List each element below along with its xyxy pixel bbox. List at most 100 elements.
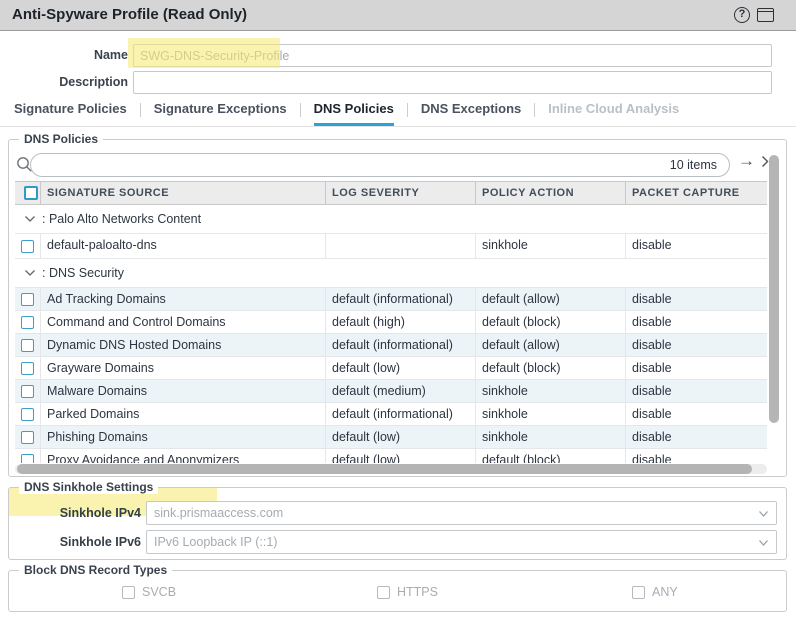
- svcb-checkbox[interactable]: [122, 586, 135, 599]
- row-select-cell: [15, 334, 41, 356]
- cell-packet-capture: disable: [626, 357, 767, 379]
- dns-policies-legend: DNS Policies: [19, 132, 103, 146]
- table-row[interactable]: Command and Control Domains default (hig…: [15, 311, 767, 334]
- sinkhole-ipv6-label: Sinkhole IPv6: [9, 530, 141, 554]
- row-checkbox[interactable]: [21, 385, 34, 398]
- cell-signature-source: Parked Domains: [41, 403, 326, 425]
- cell-packet-capture: disable: [626, 334, 767, 356]
- any-checkbox[interactable]: [632, 586, 645, 599]
- cell-log-severity: [326, 234, 476, 258]
- sinkhole-ipv6-value: IPv6 Loopback IP (::1): [154, 535, 277, 549]
- items-count: 10 items: [670, 154, 717, 176]
- cell-packet-capture: disable: [626, 288, 767, 310]
- cell-policy-action: sinkhole: [476, 426, 626, 448]
- cell-packet-capture: disable: [626, 426, 767, 448]
- sinkhole-ipv4-label: Sinkhole IPv4: [9, 501, 141, 525]
- col-signature-source[interactable]: SIGNATURE SOURCE: [41, 182, 326, 204]
- tab-dns-exceptions[interactable]: DNS Exceptions: [421, 99, 521, 123]
- tab-dns-policies[interactable]: DNS Policies: [314, 99, 394, 126]
- table-row[interactable]: Proxy Avoidance and Anonymizers default …: [15, 449, 767, 463]
- tab-inline-cloud-analysis: Inline Cloud Analysis: [548, 99, 679, 123]
- col-packet-capture[interactable]: PACKET CAPTURE: [626, 182, 767, 204]
- cell-policy-action: sinkhole: [476, 234, 626, 258]
- chevron-down-icon: [758, 539, 769, 547]
- window-restore-icon[interactable]: [757, 8, 774, 22]
- cell-log-severity: default (informational): [326, 288, 476, 310]
- tab-signature-policies[interactable]: Signature Policies: [14, 99, 127, 123]
- tab-separator: [140, 103, 141, 117]
- apply-filter-arrow-icon[interactable]: →: [738, 151, 755, 171]
- table-row[interactable]: Phishing Domains default (low) sinkhole …: [15, 426, 767, 449]
- cell-signature-source: Phishing Domains: [41, 426, 326, 448]
- description-input[interactable]: [133, 71, 772, 94]
- row-checkbox[interactable]: [21, 408, 34, 421]
- col-log-severity[interactable]: LOG SEVERITY: [326, 182, 476, 204]
- tab-separator: [534, 103, 535, 117]
- row-select-cell: [15, 449, 41, 463]
- table-horizontal-scrollbar[interactable]: [15, 464, 767, 474]
- https-label: HTTPS: [397, 585, 438, 599]
- table-row[interactable]: Dynamic DNS Hosted Domains default (info…: [15, 334, 767, 357]
- row-checkbox[interactable]: [21, 240, 34, 253]
- cell-signature-source: Ad Tracking Domains: [41, 288, 326, 310]
- tab-separator: [300, 103, 301, 117]
- cell-packet-capture: disable: [626, 380, 767, 402]
- col-policy-action[interactable]: POLICY ACTION: [476, 182, 626, 204]
- horizontal-scrollbar-thumb[interactable]: [17, 464, 752, 474]
- tab-signature-exceptions[interactable]: Signature Exceptions: [154, 99, 287, 123]
- row-checkbox[interactable]: [21, 454, 34, 464]
- row-select-cell: [15, 380, 41, 402]
- vertical-scrollbar-thumb[interactable]: [769, 155, 779, 423]
- select-all-checkbox[interactable]: [24, 186, 38, 200]
- table-row[interactable]: Grayware Domains default (low) default (…: [15, 357, 767, 380]
- block-dns-legend: Block DNS Record Types: [19, 563, 172, 577]
- row-checkbox[interactable]: [21, 293, 34, 306]
- table-vertical-scrollbar[interactable]: [769, 153, 779, 453]
- table-row[interactable]: default-paloalto-dns sinkhole disable: [15, 234, 767, 259]
- sinkhole-ipv4-select[interactable]: sink.prismaaccess.com: [146, 501, 777, 525]
- option-https: HTTPS: [377, 585, 438, 599]
- sinkhole-ipv4-value: sink.prismaaccess.com: [154, 506, 283, 520]
- name-input[interactable]: [133, 44, 772, 67]
- dialog-titlebar: Anti-Spyware Profile (Read Only) ?: [0, 0, 796, 31]
- chevron-down-icon: [758, 510, 769, 518]
- table-row[interactable]: Ad Tracking Domains default (information…: [15, 288, 767, 311]
- group-row-dns-security[interactable]: : DNS Security: [15, 259, 767, 288]
- row-select-cell: [15, 357, 41, 379]
- group-label: : Palo Alto Networks Content: [42, 212, 201, 226]
- cell-packet-capture: disable: [626, 234, 767, 258]
- cell-policy-action: default (allow): [476, 288, 626, 310]
- sinkhole-ipv6-select[interactable]: IPv6 Loopback IP (::1): [146, 530, 777, 554]
- group-label: : DNS Security: [42, 266, 124, 280]
- search-input[interactable]: [41, 156, 641, 174]
- expand-chevron-icon[interactable]: [761, 155, 769, 168]
- group-row-palo-alto-networks-content[interactable]: : Palo Alto Networks Content: [15, 205, 767, 234]
- option-any: ANY: [632, 585, 678, 599]
- svcb-label: SVCB: [142, 585, 176, 599]
- collapse-chevron-icon[interactable]: [24, 269, 36, 277]
- dns-policies-panel: DNS Policies 10 items → SIGNATURE SOURCE…: [8, 139, 787, 477]
- table-row[interactable]: Malware Domains default (medium) sinkhol…: [15, 380, 767, 403]
- row-checkbox[interactable]: [21, 362, 34, 375]
- cell-log-severity: default (low): [326, 357, 476, 379]
- cell-signature-source: Malware Domains: [41, 380, 326, 402]
- row-checkbox[interactable]: [21, 339, 34, 352]
- cell-signature-source: Grayware Domains: [41, 357, 326, 379]
- cell-log-severity: default (informational): [326, 403, 476, 425]
- cell-signature-source: default-paloalto-dns: [41, 234, 326, 258]
- collapse-chevron-icon[interactable]: [24, 215, 36, 223]
- dns-sinkhole-settings-panel: DNS Sinkhole Settings Sinkhole IPv4 sink…: [8, 487, 787, 560]
- row-checkbox[interactable]: [21, 431, 34, 444]
- name-label: Name: [0, 48, 128, 62]
- help-icon[interactable]: ?: [734, 7, 750, 23]
- cell-log-severity: default (low): [326, 449, 476, 463]
- cell-signature-source: Proxy Avoidance and Anonymizers: [41, 449, 326, 463]
- https-checkbox[interactable]: [377, 586, 390, 599]
- dialog-title: Anti-Spyware Profile (Read Only): [12, 0, 247, 30]
- tab-separator: [407, 103, 408, 117]
- table-row[interactable]: Parked Domains default (informational) s…: [15, 403, 767, 426]
- row-select-cell: [15, 426, 41, 448]
- cell-log-severity: default (medium): [326, 380, 476, 402]
- cell-policy-action: default (block): [476, 311, 626, 333]
- row-checkbox[interactable]: [21, 316, 34, 329]
